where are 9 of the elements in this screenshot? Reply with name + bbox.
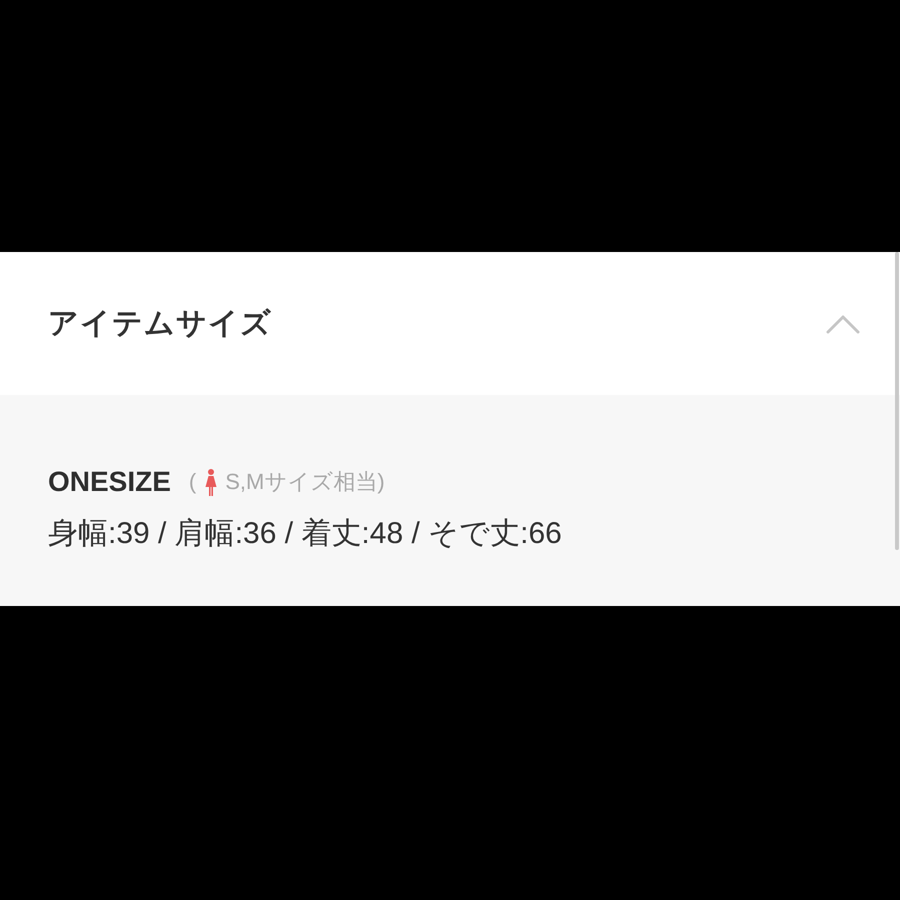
scrollbar[interactable]	[895, 252, 899, 550]
size-measurements: 身幅:39 / 肩幅:36 / 着丈:48 / そで丈:66	[48, 517, 562, 551]
note-parenthesis: (	[188, 469, 196, 495]
woman-icon	[205, 468, 218, 496]
size-equivalent-note: S,Mサイズ相当)	[225, 468, 385, 496]
section-title: アイテムサイズ	[48, 306, 272, 342]
size-name: ONESIZE	[48, 466, 171, 498]
section-header[interactable]: アイテムサイズ	[0, 252, 900, 395]
chevron-up-icon[interactable]	[826, 314, 860, 334]
